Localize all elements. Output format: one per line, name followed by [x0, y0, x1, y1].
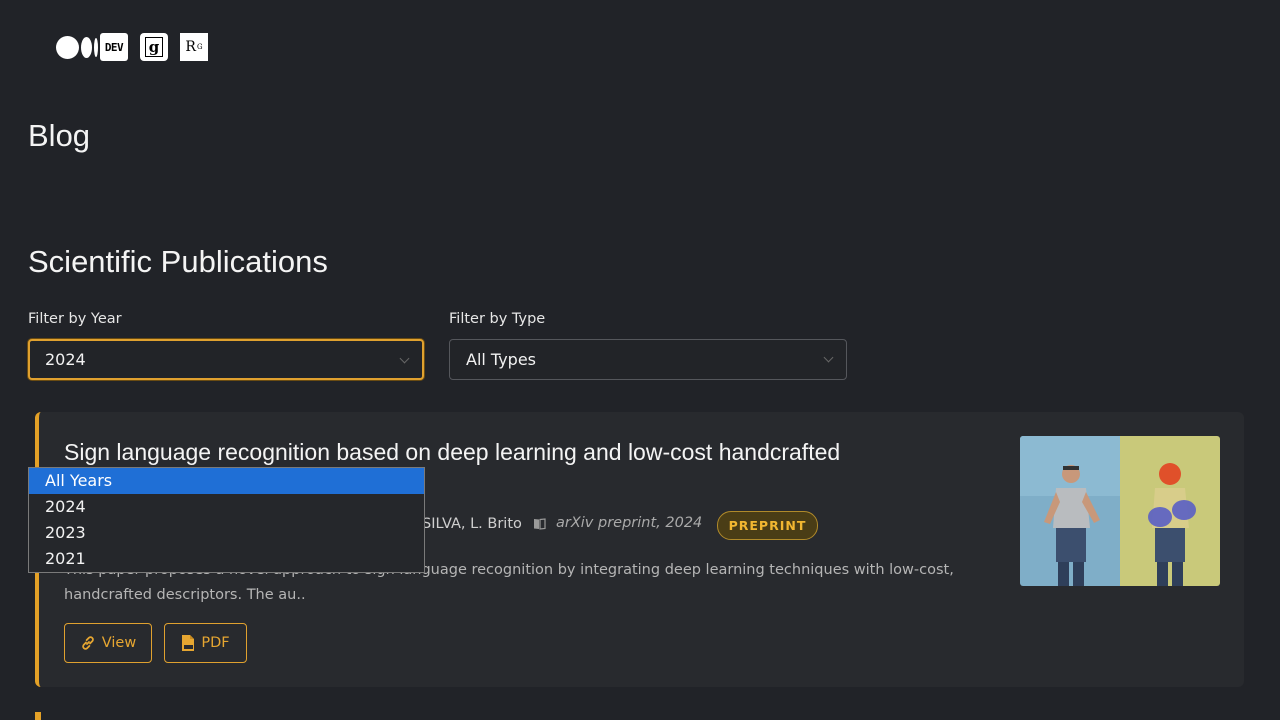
chevron-down-icon — [823, 352, 834, 363]
year-filter-label: Filter by Year — [28, 311, 122, 327]
medium-logo-icon[interactable] — [56, 35, 98, 59]
publications-heading: Scientific Publications — [28, 244, 328, 279]
type-filter-select[interactable]: All Types — [449, 339, 847, 380]
year-filter-dropdown: All Years 2024 2023 2021 — [28, 467, 425, 573]
publication-venue: arXiv preprint, 2024 — [556, 515, 703, 531]
year-option[interactable]: 2021 — [29, 546, 424, 572]
publication-title[interactable]: Sign language recognition based on deep … — [64, 437, 1004, 467]
pdf-file-icon — [182, 634, 195, 651]
year-option[interactable]: All Years — [29, 468, 424, 494]
social-links: DEV g RG — [56, 33, 208, 61]
year-option[interactable]: 2024 — [29, 494, 424, 520]
link-icon — [82, 636, 94, 650]
type-filter-label: Filter by Type — [449, 311, 546, 327]
publication-authors: SILVA, L. Brito — [422, 516, 522, 532]
pdf-button-label: PDF — [201, 635, 230, 651]
publication-type-badge: PREPRINT — [717, 511, 818, 540]
view-button-label: View — [101, 635, 137, 651]
pdf-button[interactable]: PDF — [164, 623, 247, 663]
type-filter-value: All Types — [466, 350, 537, 369]
researchgate-icon[interactable]: RG — [180, 33, 208, 61]
next-card-edge — [35, 712, 41, 720]
chevron-down-icon — [399, 353, 410, 364]
year-filter-select[interactable]: 2024 — [28, 339, 424, 380]
year-option[interactable]: 2023 — [29, 520, 424, 546]
blog-heading: Blog — [28, 118, 91, 153]
publication-thumbnail[interactable] — [1020, 436, 1220, 586]
view-button[interactable]: View — [64, 623, 152, 663]
book-icon — [534, 518, 546, 530]
dev-logo-icon[interactable]: DEV — [100, 33, 128, 61]
year-filter-value: 2024 — [45, 350, 86, 369]
google-scholar-icon[interactable]: g — [140, 33, 168, 61]
svg-text:g: g — [149, 38, 160, 56]
